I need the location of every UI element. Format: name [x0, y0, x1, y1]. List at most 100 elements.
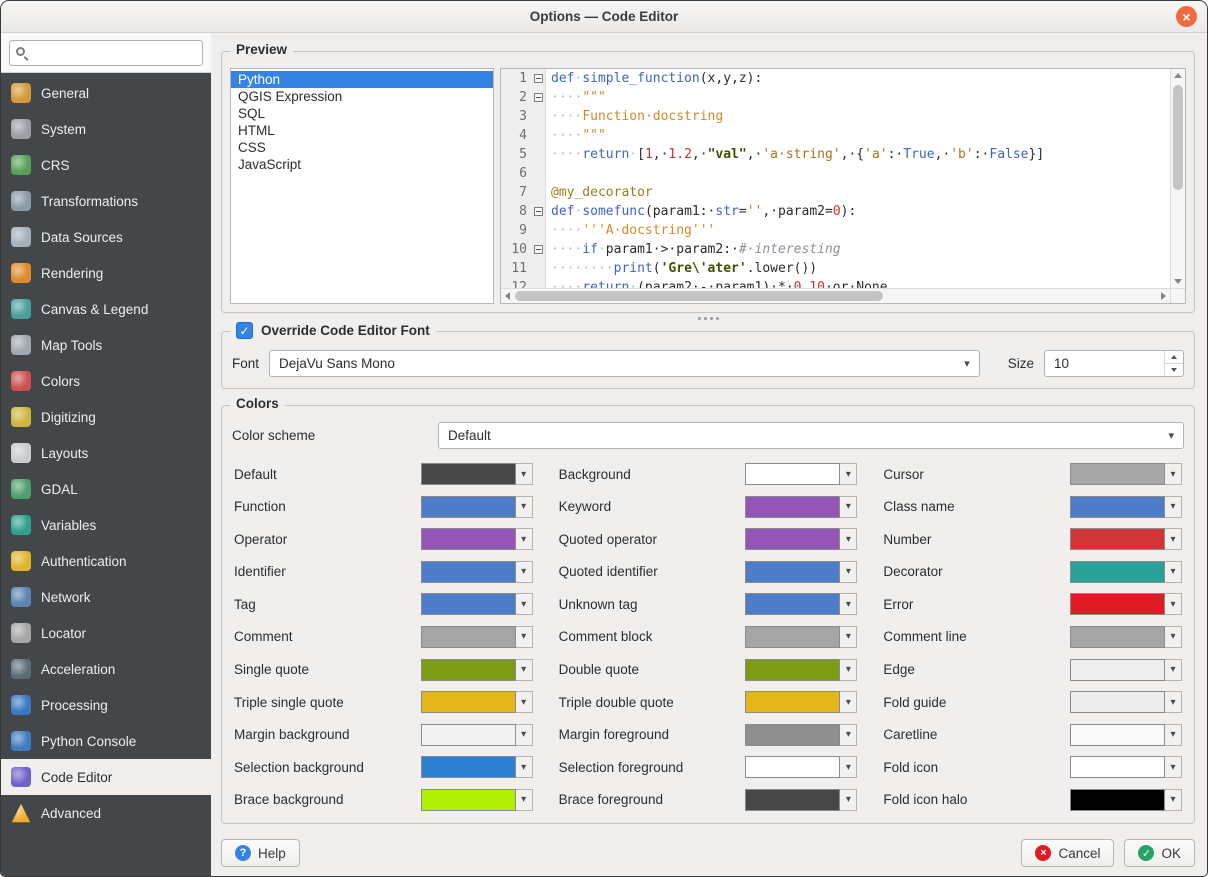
color-swatch-keyword[interactable]: ▾ [745, 496, 857, 518]
color-label-comment-line: Comment line [883, 629, 1044, 644]
sidebar-item-python-console[interactable]: Python Console [1, 723, 211, 759]
sidebar-item-crs[interactable]: CRS [1, 147, 211, 183]
spin-up-icon[interactable] [1165, 351, 1183, 363]
search-input[interactable] [9, 40, 203, 66]
color-swatch-fold-icon-halo[interactable]: ▾ [1070, 789, 1182, 811]
color-swatch-comment[interactable]: ▾ [421, 626, 533, 648]
color-swatch-background[interactable]: ▾ [745, 463, 857, 485]
language-item-html[interactable]: HTML [231, 122, 493, 139]
fold-marker-icon[interactable] [534, 93, 543, 102]
fold-column [531, 259, 546, 278]
scroll-up-icon[interactable] [1174, 73, 1182, 78]
horizontal-scroll-thumb[interactable] [515, 291, 883, 301]
color-swatch-class-name[interactable]: ▾ [1070, 496, 1182, 518]
color-scheme-combo[interactable]: Default ▾ [438, 422, 1184, 449]
sidebar-item-processing[interactable]: Processing [1, 687, 211, 723]
close-button[interactable]: × [1176, 6, 1197, 27]
color-swatch-margin-background[interactable]: ▾ [421, 724, 533, 746]
sidebar-item-system[interactable]: System [1, 111, 211, 147]
color-swatch-cursor[interactable]: ▾ [1070, 463, 1182, 485]
horizontal-scrollbar[interactable] [501, 288, 1170, 303]
color-swatch-default[interactable]: ▾ [421, 463, 533, 485]
sidebar-item-gdal[interactable]: GDAL [1, 471, 211, 507]
color-swatch-quoted-identifier[interactable]: ▾ [745, 561, 857, 583]
sidebar-item-data-sources[interactable]: Data Sources [1, 219, 211, 255]
language-item-sql[interactable]: SQL [231, 105, 493, 122]
color-swatch-fill [421, 659, 516, 681]
color-swatch-fold-icon[interactable]: ▾ [1070, 756, 1182, 778]
color-swatch-triple-double-quote[interactable]: ▾ [745, 691, 857, 713]
dropdown-arrow-icon: ▾ [516, 691, 533, 713]
color-swatch-number[interactable]: ▾ [1070, 528, 1182, 550]
sidebar-item-map-tools[interactable]: Map Tools [1, 327, 211, 363]
color-swatch-selection-foreground[interactable]: ▾ [745, 756, 857, 778]
override-font-checkbox[interactable]: ✓ [236, 322, 253, 339]
sidebar-item-general[interactable]: General [1, 75, 211, 111]
color-swatch-identifier[interactable]: ▾ [421, 561, 533, 583]
sidebar-item-digitizing[interactable]: Digitizing [1, 399, 211, 435]
sidebar-item-label: Locator [41, 626, 86, 641]
fold-marker-icon[interactable] [534, 207, 543, 216]
sidebar-item-transformations[interactable]: Transformations [1, 183, 211, 219]
fold-marker-icon[interactable] [534, 245, 543, 254]
dropdown-arrow-icon: ▾ [1165, 463, 1182, 485]
sidebar-item-rendering[interactable]: Rendering [1, 255, 211, 291]
color-swatch-edge[interactable]: ▾ [1070, 659, 1182, 681]
sidebar-item-variables[interactable]: Variables [1, 507, 211, 543]
scroll-left-icon[interactable] [505, 292, 510, 300]
color-swatch-tag[interactable]: ▾ [421, 593, 533, 615]
color-swatch-brace-foreground[interactable]: ▾ [745, 789, 857, 811]
color-swatch-brace-background[interactable]: ▾ [421, 789, 533, 811]
title-bar[interactable]: Options — Code Editor × [1, 1, 1207, 33]
color-swatch-function[interactable]: ▾ [421, 496, 533, 518]
color-swatch-fold-guide[interactable]: ▾ [1070, 691, 1182, 713]
scroll-right-icon[interactable] [1161, 292, 1166, 300]
color-swatch-margin-foreground[interactable]: ▾ [745, 724, 857, 746]
sidebar-item-network[interactable]: Network [1, 579, 211, 615]
language-item-qgis-expression[interactable]: QGIS Expression [231, 88, 493, 105]
color-swatch-quoted-operator[interactable]: ▾ [745, 528, 857, 550]
color-swatch-comment-line[interactable]: ▾ [1070, 626, 1182, 648]
font-size-spinbox[interactable]: 10 [1044, 350, 1184, 377]
language-item-javascript[interactable]: JavaScript [231, 156, 493, 173]
sidebar-item-locator[interactable]: Locator [1, 615, 211, 651]
color-label-fold-icon-halo: Fold icon halo [883, 792, 1044, 807]
color-swatch-operator[interactable]: ▾ [421, 528, 533, 550]
language-item-css[interactable]: CSS [231, 139, 493, 156]
vertical-scrollbar[interactable] [1170, 69, 1185, 288]
gear-icon [11, 119, 31, 139]
font-family-combo[interactable]: DejaVu Sans Mono ▾ [269, 350, 980, 377]
help-button[interactable]: ? Help [221, 839, 300, 867]
cancel-button[interactable]: × Cancel [1021, 839, 1114, 867]
language-item-python[interactable]: Python [231, 71, 493, 88]
vertical-scroll-thumb[interactable] [1173, 85, 1183, 190]
ok-button[interactable]: ✓ OK [1124, 839, 1195, 867]
sidebar-item-authentication[interactable]: Authentication [1, 543, 211, 579]
color-swatch-unknown-tag[interactable]: ▾ [745, 593, 857, 615]
sidebar-item-canvas-legend[interactable]: Canvas & Legend [1, 291, 211, 327]
sidebar-item-acceleration[interactable]: Acceleration [1, 651, 211, 687]
scroll-down-icon[interactable] [1174, 279, 1182, 284]
color-swatch-decorator[interactable]: ▾ [1070, 561, 1182, 583]
sidebar-item-advanced[interactable]: Advanced [1, 795, 211, 831]
dropdown-arrow-icon: ▾ [840, 496, 857, 518]
sidebar-item-code-editor[interactable]: Code Editor [1, 759, 211, 795]
color-swatch-single-quote[interactable]: ▾ [421, 659, 533, 681]
spin-buttons [1164, 351, 1183, 376]
color-swatch-caretline[interactable]: ▾ [1070, 724, 1182, 746]
color-swatch-error[interactable]: ▾ [1070, 593, 1182, 615]
sidebar-item-label: Data Sources [41, 230, 123, 245]
sidebar-item-layouts[interactable]: Layouts [1, 435, 211, 471]
color-swatch-comment-block[interactable]: ▾ [745, 626, 857, 648]
sidebar-item-colors[interactable]: Colors [1, 363, 211, 399]
color-scheme-value: Default [448, 428, 1158, 443]
color-swatch-double-quote[interactable]: ▾ [745, 659, 857, 681]
dropdown-arrow-icon: ▾ [516, 789, 533, 811]
code-view[interactable]: 1def·simple_function(x,y,z):2····"""3···… [501, 69, 1170, 288]
color-swatch-selection-background[interactable]: ▾ [421, 756, 533, 778]
spin-down-icon[interactable] [1165, 363, 1183, 376]
size-label: Size [1008, 356, 1034, 371]
fold-marker-icon[interactable] [534, 74, 543, 83]
color-swatch-triple-single-quote[interactable]: ▾ [421, 691, 533, 713]
code-line: 1def·simple_function(x,y,z): [501, 69, 1170, 88]
